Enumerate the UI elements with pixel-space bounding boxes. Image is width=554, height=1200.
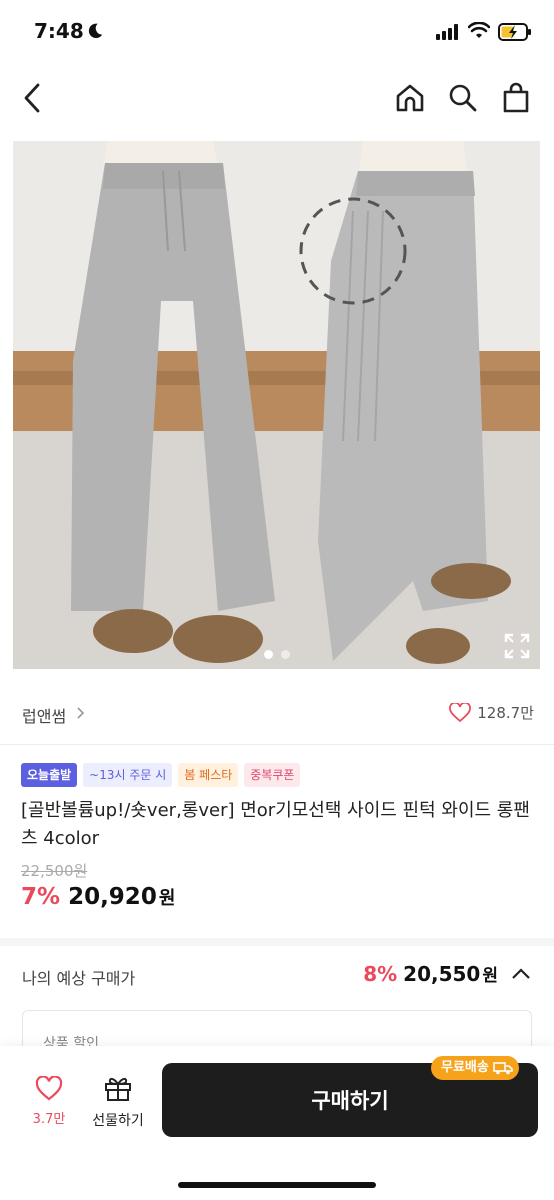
gift-icon <box>105 1077 131 1101</box>
bottom-action-bar: 3.7만 선물하기 구매하기 무료배송 <box>0 1046 554 1200</box>
status-time: 7:48 <box>34 19 84 43</box>
cellular-signal-icon <box>436 24 458 40</box>
store-like[interactable]: 128.7만 <box>449 702 534 723</box>
carousel-dot[interactable] <box>280 650 290 659</box>
expected-price-label: 나의 예상 구매가 <box>22 969 136 988</box>
expected-price: 20,550 <box>403 961 481 986</box>
badge-spring-festa: 봄 페스타 <box>178 763 239 787</box>
seller-row[interactable]: 럽앤썸 128.7만 <box>0 690 554 736</box>
cart-button[interactable] <box>496 78 536 118</box>
moon-icon <box>88 23 103 39</box>
carousel-dot-active[interactable] <box>263 650 273 659</box>
back-button[interactable] <box>12 78 52 118</box>
expected-discount-percent: 8% <box>363 961 398 986</box>
product-image-carousel[interactable] <box>13 141 540 669</box>
chevron-up-icon[interactable] <box>510 967 532 981</box>
top-nav <box>0 70 554 126</box>
seller-name[interactable]: 럽앤썸 <box>22 703 66 727</box>
carousel-pagination <box>13 650 540 659</box>
sale-price-row: 7% 20,920 원 <box>21 884 175 910</box>
expand-icon[interactable] <box>504 633 530 659</box>
currency-unit: 원 <box>158 888 176 909</box>
sale-price: 20,920 <box>68 884 157 910</box>
free-shipping-label: 무료배송 <box>441 1060 489 1075</box>
truck-icon <box>493 1062 513 1075</box>
search-icon <box>449 84 477 112</box>
home-icon <box>396 84 424 112</box>
wifi-icon <box>468 22 490 38</box>
home-indicator <box>178 1182 376 1188</box>
shopping-bag-icon <box>503 82 529 113</box>
chevron-left-icon <box>24 83 40 113</box>
search-button[interactable] <box>443 78 483 118</box>
divider <box>0 744 554 745</box>
section-divider <box>0 938 554 946</box>
product-photo <box>13 141 540 669</box>
product-title: [골반볼륨up!/숏ver,롱ver] 면or기모선택 사이드 핀턱 와이드 롱… <box>21 800 530 849</box>
wishlist-count: 3.7만 <box>32 1112 66 1127</box>
gift-label: 선물하기 <box>92 1113 144 1129</box>
store-like-count: 128.7만 <box>477 704 534 722</box>
expected-price-row[interactable]: 나의 예상 구매가 8% 20,550 원 <box>0 955 554 995</box>
badge-stack-coupon: 중복쿠폰 <box>244 763 301 787</box>
original-price: 22,500원 <box>21 862 88 880</box>
battery-charging-icon <box>498 23 531 41</box>
badge-today-shipping: 오늘출발 <box>21 763 78 787</box>
currency-unit: 원 <box>482 966 498 986</box>
heart-icon <box>449 702 472 722</box>
gift-button[interactable]: 선물하기 <box>84 1074 152 1130</box>
home-button[interactable] <box>390 78 430 118</box>
heart-icon <box>35 1075 63 1101</box>
chevron-right-icon <box>77 707 85 719</box>
badge-order-cutoff: ~13시 주문 시 <box>83 763 173 787</box>
status-bar: 7:48 <box>0 0 554 66</box>
badge-list: 오늘출발 ~13시 주문 시 봄 페스타 중복쿠폰 <box>21 763 301 787</box>
free-shipping-badge: 무료배송 <box>431 1056 519 1080</box>
expected-price-value: 8% 20,550 원 <box>363 961 532 986</box>
discount-percent: 7% <box>21 884 61 910</box>
wishlist-button[interactable]: 3.7만 <box>22 1075 76 1127</box>
